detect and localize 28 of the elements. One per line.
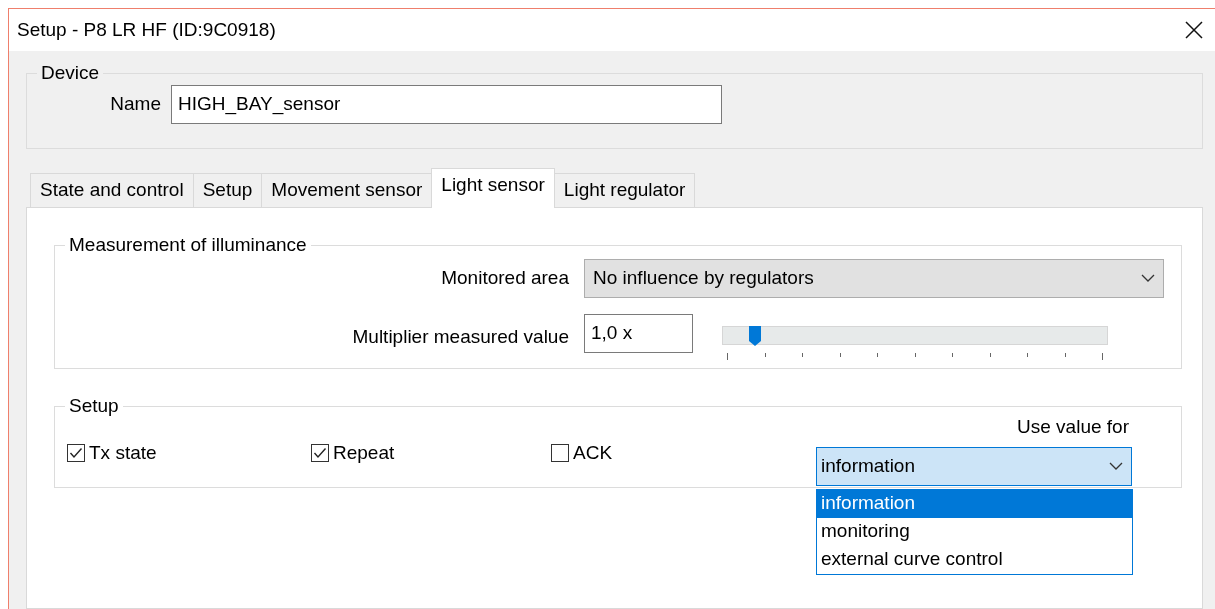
checkbox[interactable]: [67, 444, 85, 463]
tab[interactable]: State and control: [30, 173, 194, 207]
checkbox-label[interactable]: ACK: [573, 441, 613, 465]
field-label: Use value for: [1017, 415, 1129, 439]
name-field[interactable]: HIGH_BAY_sensor: [171, 84, 722, 124]
dropdown-option[interactable]: monitoring: [817, 517, 1132, 546]
checkbox-label[interactable]: Tx state: [89, 441, 157, 465]
close-icon[interactable]: [1185, 21, 1203, 39]
window-title: Setup - P8 LR HF (ID:9C0918): [17, 18, 276, 42]
caret-icon: [1141, 274, 1155, 283]
slider-thumb[interactable]: [749, 325, 762, 346]
multiplier-field[interactable]: 1,0 x: [584, 313, 693, 353]
use-value-dropdown[interactable]: information: [816, 446, 1132, 486]
field-label: Name: [109, 92, 161, 116]
checkbox[interactable]: [551, 444, 569, 463]
checkbox[interactable]: [311, 444, 329, 463]
checkbox-label[interactable]: Repeat: [333, 441, 395, 465]
group-title: Setup: [68, 395, 120, 418]
dropdown-option[interactable]: information: [817, 489, 1132, 518]
dropdown-option[interactable]: external curve control: [817, 545, 1132, 574]
field-label: Monitored area: [440, 266, 569, 290]
group-title: Device: [40, 62, 101, 85]
caret-icon: [1109, 462, 1123, 471]
tab[interactable]: Light sensor: [431, 168, 555, 208]
monitored-area-dropdown[interactable]: No influence by regulators: [584, 258, 1164, 298]
tab[interactable]: Light regulator: [553, 173, 696, 207]
group-title: Measurement of illuminance: [68, 234, 308, 257]
field-label: Multiplier measured value: [351, 325, 569, 349]
